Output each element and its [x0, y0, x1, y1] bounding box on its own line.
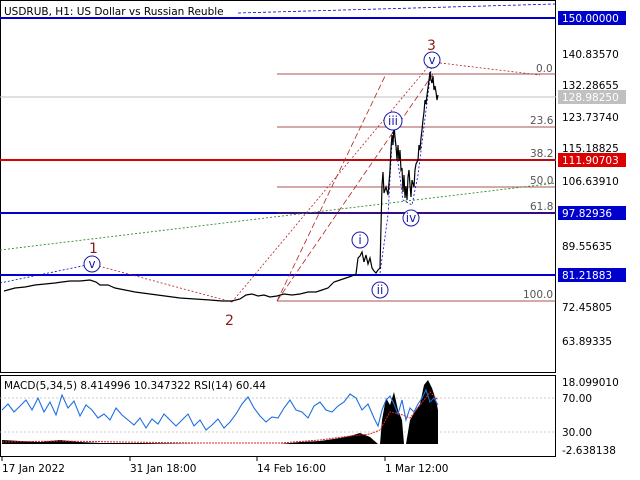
price-tick-89: 89.55635	[562, 241, 612, 253]
level-tag-150: 150.00000	[558, 11, 626, 25]
wave-label-ii: ii	[377, 283, 384, 297]
wave-label-i: i	[358, 233, 361, 247]
time-label-3: 1 Mar 12:00	[385, 463, 448, 475]
svg-text:97.82936: 97.82936	[562, 208, 612, 220]
trading-chart[interactable]: USDRUB, H1: US Dollar vs Russian Reuble …	[0, 0, 640, 480]
fib-label-50: 50.0	[530, 175, 553, 187]
wave-marker-v-left: v	[83, 255, 101, 273]
svg-text:128.98250: 128.98250	[562, 92, 619, 104]
wave-marker-iii: iii	[383, 111, 403, 131]
time-label-2: 14 Feb 16:00	[257, 463, 326, 475]
sub-tick-70: 70.00	[562, 393, 592, 405]
wave-label-v-left: v	[88, 257, 95, 271]
wave-marker-v-top: v	[423, 51, 441, 69]
wave-marker-i: i	[351, 231, 369, 249]
wave-label-v-top: v	[428, 53, 435, 67]
main-chart-area[interactable]	[0, 0, 556, 373]
wave-label-1: 1	[89, 241, 98, 257]
price-tick-106: 106.63910	[562, 176, 619, 188]
sub-tick-30: 30.00	[562, 427, 592, 439]
fib-label-61: 61.8	[530, 201, 553, 213]
wave-marker-iv: iv	[402, 209, 420, 227]
fib-label-38: 38.2	[530, 148, 553, 160]
time-axis-ticks	[1, 457, 386, 461]
chart-title: USDRUB, H1: US Dollar vs Russian Reuble	[4, 6, 224, 18]
sub-tick-min: -2.638138	[562, 445, 616, 457]
fib-label-0: 0.0	[536, 63, 553, 75]
time-label-1: 31 Jan 18:00	[130, 463, 196, 475]
fib-label-23: 23.6	[530, 115, 554, 127]
price-tick-123: 123.73740	[562, 112, 619, 124]
time-label-0: 17 Jan 2022	[2, 463, 65, 475]
price-tick-63: 63.89335	[562, 336, 612, 348]
level-tag-97: 97.82936	[558, 206, 626, 220]
price-tick-140: 140.83570	[562, 49, 619, 61]
fib-label-100: 100.0	[523, 289, 553, 301]
sub-tick-max: 18.099010	[562, 377, 619, 389]
level-tag-111: 111.90703	[558, 153, 626, 167]
wave-label-iii: iii	[388, 114, 398, 128]
wave-label-iv: iv	[406, 211, 416, 225]
wave-label-2: 2	[225, 313, 234, 329]
level-tag-81: 81.21883	[558, 268, 626, 282]
indicator-label: MACD(5,34,5) 8.414996 10.347322 RSI(14) …	[4, 380, 266, 392]
price-tick-72: 72.45805	[562, 302, 612, 314]
wave-marker-ii: ii	[371, 281, 389, 299]
svg-text:81.21883: 81.21883	[562, 270, 612, 282]
svg-text:111.90703: 111.90703	[562, 155, 619, 167]
svg-text:150.00000: 150.00000	[562, 13, 619, 25]
current-price-tag: 128.98250	[558, 90, 626, 104]
